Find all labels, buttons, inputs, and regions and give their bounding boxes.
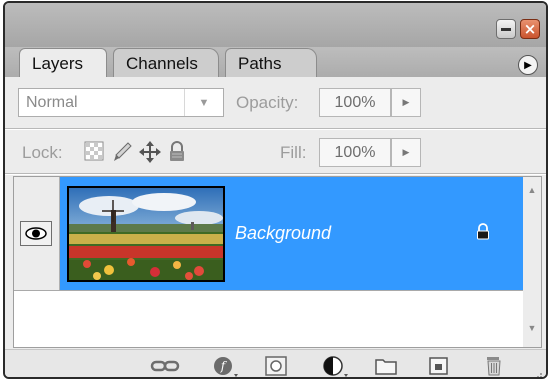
layer-selected-highlight[interactable]: Background — [60, 177, 524, 290]
new-group-icon[interactable] — [373, 354, 399, 377]
layer-visibility-cell[interactable] — [14, 177, 60, 290]
opacity-label: Opacity: — [236, 93, 299, 112]
panel-titlebar[interactable]: × — [5, 3, 546, 47]
tab-channels[interactable]: Channels — [113, 48, 219, 77]
new-layer-icon[interactable] — [426, 354, 452, 377]
resize-grip-icon[interactable] — [533, 369, 543, 377]
layer-lock-icon — [476, 223, 490, 245]
scroll-up-icon[interactable]: ▲ — [523, 185, 541, 199]
blend-mode-select[interactable]: Normal ▼ — [18, 88, 224, 117]
adjustment-layer-icon[interactable] — [320, 354, 348, 377]
layer-style-icon[interactable]: f — [210, 354, 238, 377]
panel-tab-bar: Paths Channels Layers ▶ — [5, 47, 546, 77]
blend-opacity-row: Normal ▼ Opacity: 100% ▶ — [5, 77, 546, 127]
opacity-slider-button[interactable]: ▶ — [391, 88, 421, 117]
lock-transparent-pixels-icon[interactable] — [84, 141, 104, 163]
chevron-down-icon[interactable]: ▼ — [184, 89, 223, 116]
fill-field[interactable]: 100% — [319, 138, 391, 167]
divider — [5, 173, 546, 175]
link-layers-icon[interactable] — [150, 354, 180, 377]
delete-layer-icon[interactable] — [481, 354, 507, 377]
layers-scrollbar[interactable]: ▲ ▼ — [523, 177, 541, 347]
layer-row-background[interactable]: Background — [14, 177, 524, 291]
lock-all-icon[interactable] — [167, 141, 187, 163]
close-icon[interactable]: × — [520, 19, 540, 39]
tab-layers[interactable]: Layers — [19, 48, 107, 77]
fill-label: Fill: — [280, 143, 307, 162]
eye-icon[interactable] — [20, 221, 52, 246]
layer-name[interactable]: Background — [235, 223, 331, 244]
panel-footer-toolbar: f — [5, 349, 546, 377]
lock-image-pixels-icon[interactable] — [111, 141, 132, 163]
lock-position-icon[interactable] — [139, 141, 161, 163]
scroll-down-icon[interactable]: ▼ — [523, 323, 541, 337]
opacity-field[interactable]: 100% — [319, 88, 391, 117]
lock-label: Lock: — [22, 143, 63, 162]
fill-slider-button[interactable]: ▶ — [391, 138, 421, 167]
blend-mode-value: Normal — [26, 94, 78, 111]
panel-menu-icon[interactable]: ▶ — [518, 55, 538, 75]
lock-fill-row: Lock: Fill: 100% ▶ — [5, 129, 546, 174]
layer-thumbnail — [67, 186, 225, 282]
layers-list: Background ▲ ▼ — [13, 176, 542, 348]
minimize-icon[interactable] — [496, 19, 516, 39]
layer-mask-icon[interactable] — [263, 354, 289, 377]
layers-panel: × Paths Channels Layers ▶ Normal ▼ Opaci… — [3, 1, 548, 379]
tab-paths[interactable]: Paths — [225, 48, 317, 77]
